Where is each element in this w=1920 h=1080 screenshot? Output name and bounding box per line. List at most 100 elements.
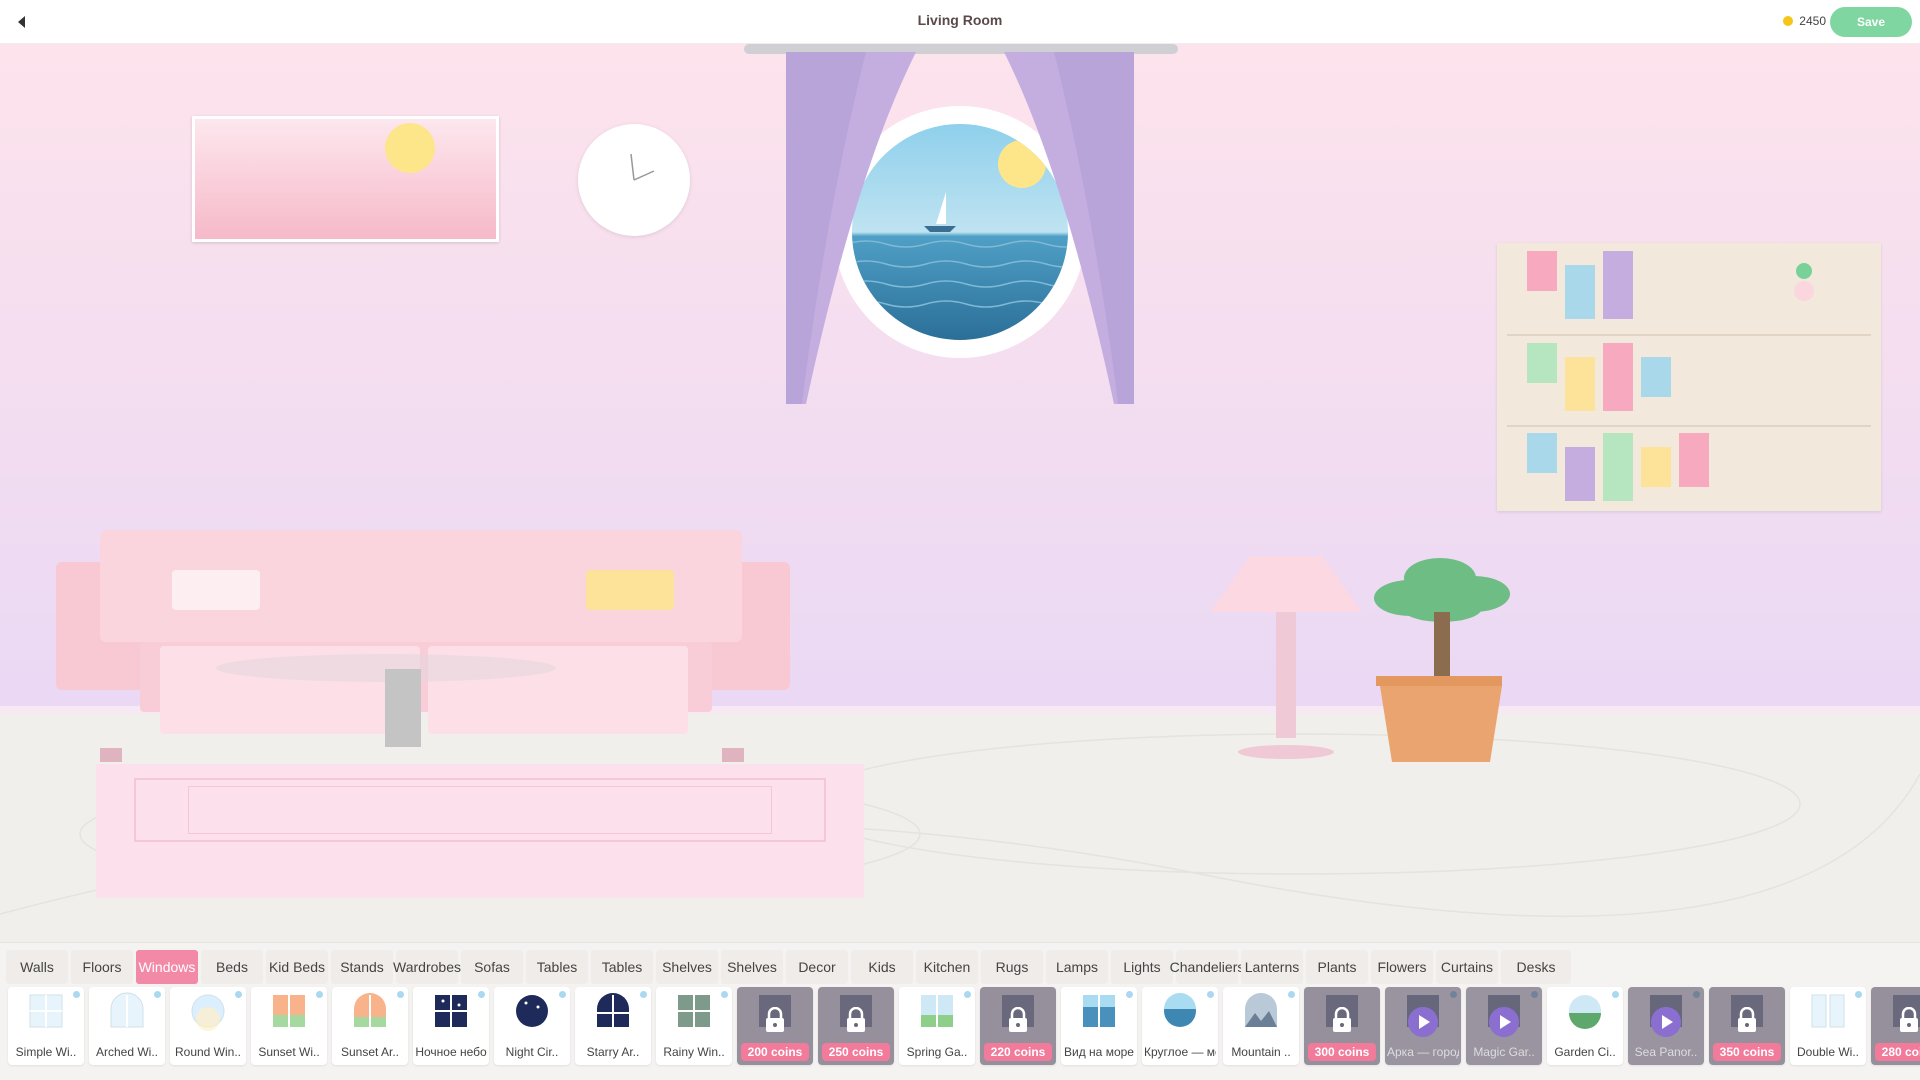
lock-icon bbox=[1900, 1007, 1918, 1032]
potted-plant[interactable] bbox=[1370, 556, 1512, 766]
top-bar: Living Room 2450 Save bbox=[0, 0, 1920, 44]
item-label: Spring Ga.. bbox=[906, 1045, 968, 1059]
coin-count: 2450 bbox=[1799, 14, 1826, 28]
window-item[interactable]: Arched Wi.. bbox=[89, 987, 165, 1065]
new-badge bbox=[964, 991, 971, 998]
tab-wardrobes[interactable]: Wardrobes bbox=[393, 950, 461, 984]
new-badge bbox=[1126, 991, 1133, 998]
tab-kitchen[interactable]: Kitchen bbox=[916, 950, 978, 984]
sea-view-window-icon bbox=[1083, 995, 1115, 1027]
new-badge bbox=[397, 991, 404, 998]
tab-decor[interactable]: Decor bbox=[786, 950, 848, 984]
tab-beds[interactable]: Beds bbox=[201, 950, 263, 984]
rug[interactable] bbox=[96, 764, 864, 898]
tab-desks[interactable]: Desks bbox=[1501, 950, 1571, 984]
shelf-books bbox=[1507, 251, 1871, 501]
item-label: Sunset Wi.. bbox=[258, 1045, 320, 1059]
plant-art bbox=[1374, 558, 1510, 762]
tab-rugs[interactable]: Rugs bbox=[981, 950, 1043, 984]
sunset-window-icon bbox=[273, 995, 305, 1027]
window-item[interactable]: Night Cir.. bbox=[494, 987, 570, 1065]
new-badge bbox=[478, 991, 485, 998]
wall-clock[interactable] bbox=[578, 124, 690, 236]
tab-kids[interactable]: Kids bbox=[851, 950, 913, 984]
new-badge bbox=[1207, 991, 1214, 998]
window-item[interactable]: Simple Wi.. bbox=[8, 987, 84, 1065]
play-icon bbox=[1408, 1007, 1438, 1037]
window-item[interactable]: Арка — город bbox=[1385, 987, 1461, 1065]
double-window-icon bbox=[1811, 994, 1845, 1028]
tab-lanterns[interactable]: Lanterns bbox=[1241, 950, 1303, 984]
price-badge: 250 coins bbox=[822, 1043, 890, 1061]
window-item[interactable]: 250 coins bbox=[818, 987, 894, 1065]
save-button[interactable]: Save bbox=[1830, 7, 1912, 37]
tab-stands[interactable]: Stands bbox=[331, 950, 393, 984]
window-item[interactable]: Spring Ga.. bbox=[899, 987, 975, 1065]
tab-chandeliers[interactable]: Chandeliers bbox=[1170, 950, 1244, 984]
coffee-table-leg[interactable] bbox=[385, 669, 421, 747]
round-window-icon bbox=[191, 994, 225, 1031]
window-item[interactable]: 300 coins bbox=[1304, 987, 1380, 1065]
sofa[interactable] bbox=[56, 522, 790, 766]
window-item[interactable]: Sea Panor.. bbox=[1628, 987, 1704, 1065]
new-badge bbox=[154, 991, 161, 998]
tab-flowers[interactable]: Flowers bbox=[1371, 950, 1433, 984]
floor-lamp[interactable] bbox=[1210, 556, 1362, 762]
window-item[interactable]: Magic Gar.. bbox=[1466, 987, 1542, 1065]
item-label: Arched Wi.. bbox=[95, 1045, 158, 1059]
item-label: Starry Ar.. bbox=[586, 1045, 640, 1059]
tab-lamps[interactable]: Lamps bbox=[1046, 950, 1108, 984]
category-tabs: Walls Floors Windows Beds Kid Beds Stands Ward… bbox=[6, 950, 1571, 984]
window-item[interactable]: 220 coins bbox=[980, 987, 1056, 1065]
tab-walls[interactable]: Walls bbox=[6, 950, 68, 984]
lock-icon bbox=[847, 1007, 865, 1032]
coin-balance: 2450 bbox=[1783, 14, 1826, 28]
tab-shelves[interactable]: Shelves bbox=[721, 950, 783, 984]
window-item[interactable]: Круглое — море bbox=[1142, 987, 1218, 1065]
window-item[interactable]: 280 coins bbox=[1871, 987, 1920, 1065]
new-badge bbox=[559, 991, 566, 998]
tab-windows[interactable]: Windows bbox=[136, 950, 198, 984]
item-label: Sunset Ar.. bbox=[340, 1045, 400, 1059]
tab-kid-beds[interactable]: Kid Beds bbox=[266, 950, 328, 984]
sofa-art bbox=[56, 530, 790, 762]
sunset-arched-window-icon bbox=[354, 993, 386, 1027]
window-item[interactable]: Round Win.. bbox=[170, 987, 246, 1065]
night-circle-window-icon bbox=[516, 995, 548, 1027]
lamp-art bbox=[1210, 556, 1362, 759]
mountain-window-icon bbox=[1245, 993, 1277, 1027]
window-item[interactable]: Sunset Ar.. bbox=[332, 987, 408, 1065]
window-item[interactable]: Mountain .. bbox=[1223, 987, 1299, 1065]
item-label: Rainy Win.. bbox=[663, 1045, 725, 1059]
new-badge bbox=[640, 991, 647, 998]
window-item[interactable]: Garden Ci.. bbox=[1547, 987, 1623, 1065]
item-label: Double Wi.. bbox=[1796, 1045, 1860, 1059]
window-item[interactable]: 200 coins bbox=[737, 987, 813, 1065]
window-item[interactable]: Ночное небо bbox=[413, 987, 489, 1065]
tab-tables[interactable]: Tables bbox=[526, 950, 588, 984]
window-item[interactable]: Sunset Wi.. bbox=[251, 987, 327, 1065]
wall-painting[interactable] bbox=[192, 116, 499, 242]
rug-inner-border bbox=[188, 786, 772, 834]
painting-sun bbox=[385, 123, 435, 173]
window-item[interactable]: 350 coins bbox=[1709, 987, 1785, 1065]
tab-shelves[interactable]: Shelves bbox=[656, 950, 718, 984]
tab-floors[interactable]: Floors bbox=[71, 950, 133, 984]
round-sea-window[interactable] bbox=[786, 52, 1134, 412]
tab-plants[interactable]: Plants bbox=[1306, 950, 1368, 984]
item-label: Simple Wi.. bbox=[15, 1045, 77, 1059]
item-label: Mountain .. bbox=[1231, 1045, 1291, 1059]
window-item[interactable]: Rainy Win.. bbox=[656, 987, 732, 1065]
tab-tables[interactable]: Tables bbox=[591, 950, 653, 984]
tab-curtains[interactable]: Curtains bbox=[1436, 950, 1498, 984]
sea-window-art bbox=[786, 52, 1134, 404]
price-badge: 350 coins bbox=[1713, 1043, 1781, 1061]
tab-sofas[interactable]: Sofas bbox=[461, 950, 523, 984]
window-item[interactable]: Double Wi.. bbox=[1790, 987, 1866, 1065]
item-list: Simple Wi.. Arched Wi.. Round Win.. Sunset … bbox=[8, 987, 1920, 1065]
item-label: Sea Panor.. bbox=[1634, 1045, 1698, 1059]
tab-lights[interactable]: Lights bbox=[1111, 950, 1173, 984]
window-item[interactable]: Starry Ar.. bbox=[575, 987, 651, 1065]
wall-shelf[interactable] bbox=[1497, 243, 1881, 511]
window-item[interactable]: Вид на море bbox=[1061, 987, 1137, 1065]
